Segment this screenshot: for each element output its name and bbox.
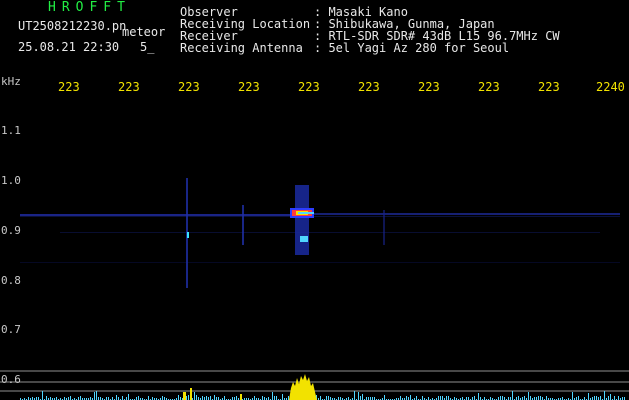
y-tick-label: 0.8 (1, 274, 21, 287)
y-tick-label: 1.1 (1, 124, 21, 137)
echo-trace (20, 213, 620, 263)
y-tick-label: 0.7 (1, 323, 21, 336)
spectrogram (0, 178, 629, 400)
y-axis-unit: kHz (1, 75, 21, 88)
time-tick-label: 223 (238, 80, 260, 94)
time-tick-label: 2240 (596, 80, 625, 94)
time-tick-label: 223 (178, 80, 200, 94)
time-tick-label: 223 (118, 80, 140, 94)
time-tick-label: 223 (58, 80, 80, 94)
y-tick-label: 0.6 (1, 373, 21, 386)
spectrum-baselines (0, 370, 629, 392)
time-tick-label: 223 (358, 80, 380, 94)
noise-floor (20, 391, 625, 400)
time-tick-label: 223 (418, 80, 440, 94)
y-tick-label: 0.9 (1, 224, 21, 237)
signal-peak (183, 374, 317, 400)
time-tick-label: 223 (538, 80, 560, 94)
time-tick-label: 223 (298, 80, 320, 94)
time-tick-label: 223 (478, 80, 500, 94)
y-tick-label: 1.0 (1, 174, 21, 187)
